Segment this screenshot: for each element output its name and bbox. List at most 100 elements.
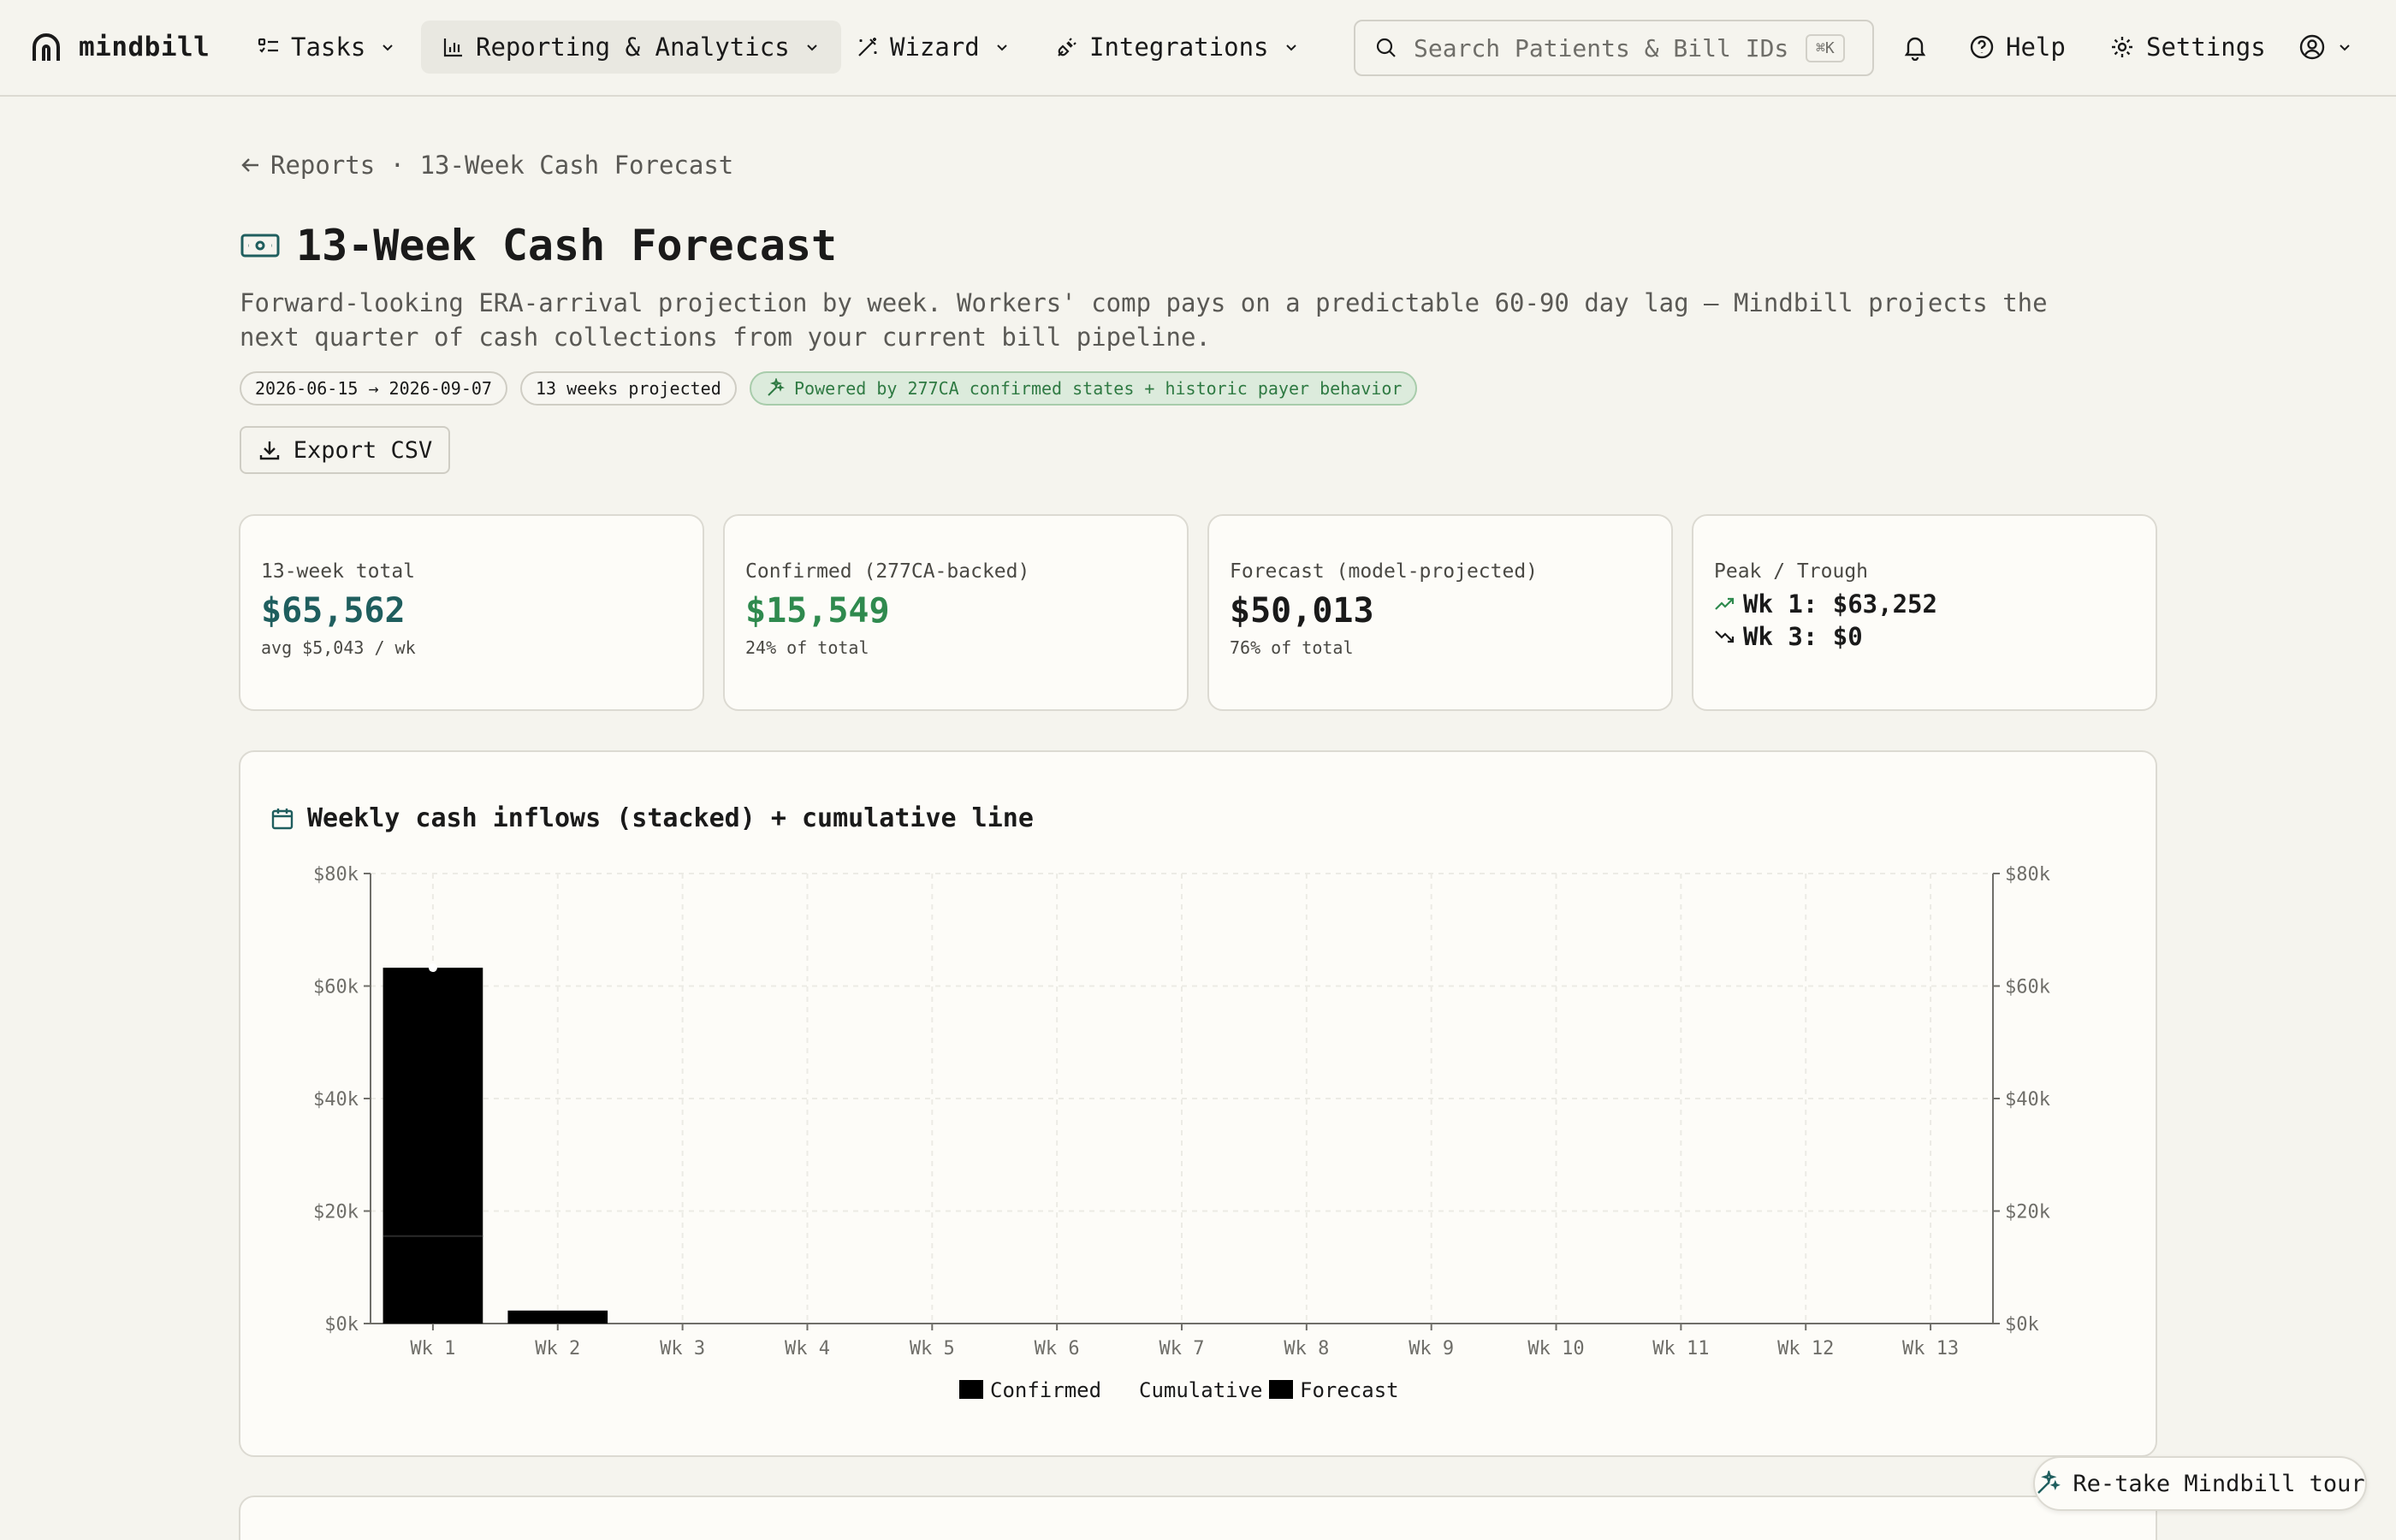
powered-by-text: Powered by 277CA confirmed states + hist… (794, 378, 1403, 399)
stat-sub: 76% of total (1230, 637, 1354, 658)
legend-swatch (1269, 1380, 1293, 1399)
export-csv-button[interactable]: Export CSV (240, 426, 450, 474)
stat-value: $15,549 (745, 591, 890, 631)
powered-by-pill: Powered by 277CA confirmed states + hist… (750, 371, 1418, 406)
cash-forecast-chart: $0k $20k $40k $60k $80k $0k $20k $40k $60k $80k Wk… (313, 864, 2050, 1402)
date-range-pill: 2026-06-15 → 2026-09-07 (240, 371, 507, 406)
stat-card-confirmed: Confirmed (277CA-backed) $15,549 24% of … (723, 514, 1189, 711)
y2-tick-label: $0k (2005, 1314, 2039, 1336)
search-icon (1376, 38, 1396, 57)
arrow-left-icon (241, 158, 258, 172)
mindbill-logo-icon (33, 33, 60, 61)
nav-tasks-label: Tasks (291, 33, 366, 62)
download-icon (259, 441, 279, 460)
stat-label: Forecast (model-projected) (1230, 560, 1539, 583)
help-button[interactable]: Help (1968, 26, 2066, 68)
stat-card-peak-trough: Peak / Trough Wk 1: $63,252 Wk 3: $0 (1692, 514, 2157, 711)
trending-down-icon (1715, 631, 1735, 643)
breadcrumb[interactable]: Reports · 13-Week Cash Forecast (240, 151, 733, 180)
weeks-projected-pill: 13 weeks projected (520, 371, 737, 406)
x-tick-label: Wk 5 (910, 1338, 955, 1359)
plug-icon (1058, 38, 1076, 56)
nav-wizard[interactable]: Wizard (835, 21, 1031, 74)
next-section-card (239, 1496, 2157, 1540)
chevron-down-icon (383, 44, 394, 51)
chevron-down-icon (997, 44, 1007, 51)
y-tick-label: $80k (313, 864, 359, 886)
peak-line: Wk 1: $63,252 (1714, 589, 2135, 619)
y2-tick-label: $60k (2005, 977, 2050, 998)
retake-tour-label: Re-take Mindbill tour (2073, 1470, 2365, 1497)
help-circle-icon (1970, 35, 1994, 59)
y2-tick-label: $20k (2005, 1202, 2050, 1223)
stat-label: Peak / Trough (1714, 560, 1869, 583)
stat-label: 13-week total (261, 560, 416, 583)
bar-chart-icon (443, 38, 462, 57)
search-shortcut: ⌘K (1806, 33, 1845, 62)
x-tick-label: Wk 9 (1409, 1338, 1454, 1359)
x-tick-label: Wk 8 (1284, 1338, 1329, 1359)
mindbill-logo[interactable]: mindbill (29, 26, 210, 68)
x-tick-label: Wk 12 (1777, 1338, 1834, 1359)
legend-label: Forecast (1300, 1378, 1399, 1402)
nav-reporting-analytics[interactable]: Reporting & Analytics (421, 21, 841, 74)
y-tick-label: $40k (313, 1089, 359, 1111)
stat-card-forecast: Forecast (model-projected) $50,013 76% o… (1207, 514, 1673, 711)
legend-label: Confirmed (990, 1378, 1101, 1402)
cumulative-point (428, 963, 437, 973)
trough-value: Wk 3: $0 (1743, 622, 1863, 651)
x-tick-label: Wk 6 (1035, 1338, 1080, 1359)
search-box[interactable]: ⌘K (1354, 20, 1874, 76)
stat-sub: avg $5,043 / wk (261, 637, 416, 658)
magic-wand-icon (858, 38, 877, 56)
nav-integrations[interactable]: Integrations (1035, 21, 1320, 74)
settings-label: Settings (2146, 33, 2266, 62)
page-title-text: 13-Week Cash Forecast (296, 221, 838, 270)
notifications-button[interactable] (1901, 26, 1929, 68)
chevron-down-icon (2340, 44, 2350, 51)
x-tick-label: Wk 11 (1652, 1338, 1709, 1359)
chevron-down-icon (1285, 44, 1296, 51)
x-tick-label: Wk 13 (1902, 1338, 1959, 1359)
cash-icon (240, 234, 280, 258)
app-name: mindbill (79, 32, 211, 62)
x-tick-label: Wk 7 (1159, 1338, 1205, 1359)
chart-card: Weekly cash inflows (stacked) + cumulati… (239, 750, 2157, 1457)
stat-label: Confirmed (277CA-backed) (745, 560, 1030, 583)
stat-sub: 24% of total (745, 637, 869, 658)
page-title: 13-Week Cash Forecast (240, 221, 837, 270)
nav-integrations-label: Integrations (1089, 33, 1269, 62)
nav-reporting-label: Reporting & Analytics (476, 33, 790, 62)
chevron-down-icon (806, 44, 817, 51)
stat-card-total: 13-week total $65,562 avg $5,043 / wk (239, 514, 704, 711)
bar-forecast (507, 1310, 608, 1324)
search-input[interactable] (1414, 33, 1790, 62)
legend-label: Cumulative (1139, 1378, 1263, 1402)
tasks-icon (258, 38, 278, 53)
y2-tick-label: $40k (2005, 1089, 2050, 1111)
x-tick-label: Wk 2 (535, 1338, 580, 1359)
user-menu-button[interactable] (2298, 26, 2353, 68)
trough-line: Wk 3: $0 (1714, 622, 2135, 651)
stat-value: $65,562 (261, 591, 406, 631)
breadcrumb-text: Reports · 13-Week Cash Forecast (270, 151, 734, 180)
sparkles-icon (2037, 1471, 2061, 1494)
stat-value: $50,013 (1230, 591, 1374, 631)
bar-forecast (383, 968, 483, 1236)
settings-button[interactable]: Settings (2108, 26, 2266, 68)
peak-value: Wk 1: $63,252 (1743, 589, 1937, 619)
nav-wizard-label: Wizard (890, 33, 980, 62)
y-tick-label: $60k (313, 977, 359, 998)
x-tick-label: Wk 4 (785, 1338, 830, 1359)
y2-tick-label: $80k (2005, 864, 2050, 886)
x-tick-label: Wk 10 (1527, 1338, 1584, 1359)
y-tick-label: $20k (313, 1202, 359, 1223)
nav-tasks[interactable]: Tasks (236, 21, 417, 74)
user-circle-icon (2299, 34, 2325, 60)
bar-confirmed (383, 1235, 483, 1324)
legend-swatch (959, 1380, 983, 1399)
trending-up-icon (1715, 597, 1735, 610)
top-navigation: mindbill Tasks Reporting & Analytics Wiz… (0, 0, 2396, 97)
page-subtitle: Forward-looking ERA-arrival projection b… (240, 288, 2048, 352)
retake-tour-button[interactable]: Re-take Mindbill tour (2033, 1456, 2367, 1511)
